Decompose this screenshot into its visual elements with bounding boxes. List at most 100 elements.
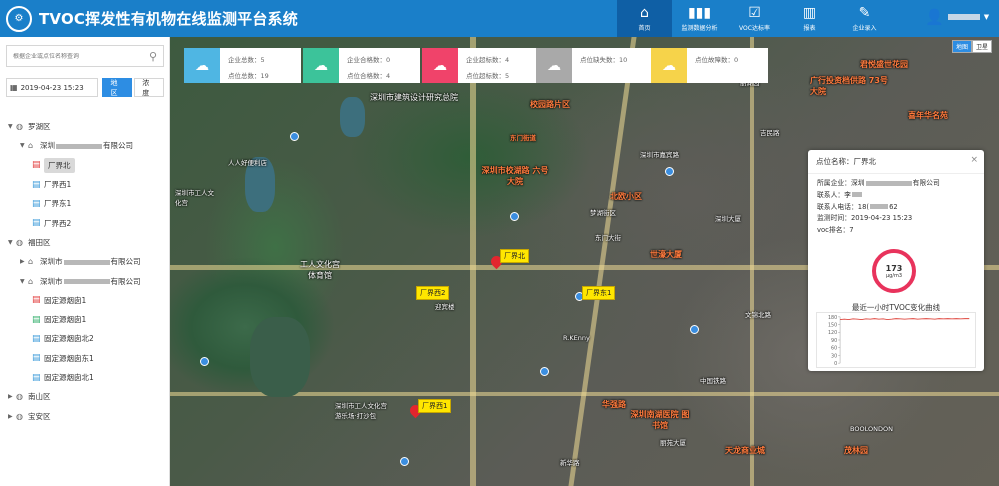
- caret-down-icon[interactable]: ▼: [8, 239, 16, 246]
- caret-right-icon[interactable]: ▶: [8, 413, 16, 420]
- phone-prefix: 联系人电话：18(: [817, 202, 870, 211]
- poi-label: 华强路: [602, 400, 626, 409]
- stat-card[interactable]: ☁ 企业总数：5 点位总数：19: [184, 48, 301, 83]
- stat-card[interactable]: ☁ 企业超标数：4 点位超标数：5: [422, 48, 539, 83]
- poi-label: R.KEnny: [563, 334, 590, 342]
- edit-icon: ✎: [858, 5, 871, 21]
- tree-leaf-point[interactable]: ▤ 固定源烟囱1: [0, 291, 170, 310]
- checklist-icon: ☑: [748, 5, 761, 21]
- poi-label: 深圳市工人文化宫: [175, 189, 214, 207]
- map-view[interactable]: 深圳市建筑设计研究总院 校园路片区 东门街道 深圳市嘉宾路 深圳市校湖路 六号大…: [170, 37, 999, 486]
- caret-down-icon[interactable]: ▼: [20, 278, 28, 285]
- marker-label-west2[interactable]: 厂界西2: [416, 286, 450, 300]
- tree-leaf-point[interactable]: ▤ 固定源烟囱北1: [0, 368, 170, 387]
- search-input[interactable]: [7, 52, 143, 60]
- phone-suffix: 62: [889, 202, 898, 211]
- poi-pin[interactable]: [665, 167, 674, 176]
- poi-label: 校园路片区: [530, 100, 570, 109]
- tree-leaf-point[interactable]: ▤ 固定源烟囱北2: [0, 329, 170, 348]
- poi-pin[interactable]: [400, 457, 409, 466]
- bar-chart-icon: ▮▮▮: [687, 5, 712, 21]
- tree-label: 南山区: [28, 392, 51, 402]
- user-icon: 👤: [925, 8, 944, 26]
- caret-right-icon[interactable]: ▶: [20, 258, 28, 265]
- poi-pin[interactable]: [290, 132, 299, 141]
- tree-leaf-point[interactable]: ▤ 厂界东1: [0, 194, 170, 213]
- marker-label-west1[interactable]: 厂界西1: [418, 399, 452, 413]
- poi-pin[interactable]: [200, 357, 209, 366]
- y-tick-label: 150: [828, 323, 837, 329]
- nav-data-analysis-label: 监测数据分析: [681, 25, 718, 32]
- tree-label: 厂界西2: [44, 218, 72, 228]
- tree-node-company[interactable]: ▶ ⌂ 深圳市 有限公司: [0, 252, 170, 271]
- calendar-icon: ▦: [10, 83, 18, 92]
- park-lake: [250, 317, 310, 397]
- tree-label: 固定源烟囱东1: [44, 353, 94, 363]
- stat-line1: 企业合格数：0: [347, 56, 391, 64]
- cloud-icon: ☁: [303, 48, 339, 83]
- region-toggle[interactable]: 地区: [102, 78, 133, 97]
- poi-pin[interactable]: [690, 325, 699, 334]
- tree-node-company[interactable]: ▼ ⌂ 深圳 有限公司: [0, 136, 170, 155]
- marker-label-north[interactable]: 厂界北: [500, 249, 529, 263]
- cloud-icon: ☁: [536, 48, 572, 83]
- label-suffix: 有限公司: [110, 257, 141, 267]
- map-type-satellite[interactable]: 卫星: [972, 40, 993, 53]
- username-redacted: [947, 14, 980, 20]
- cloud-icon: ☁: [651, 48, 687, 83]
- map-type-map[interactable]: 地图: [952, 40, 973, 53]
- tree-node-district[interactable]: ▶ ◍ 宝安区: [0, 406, 170, 425]
- region-tree: ▼ ◍ 罗湖区 ▼ ⌂ 深圳 有限公司 ▤ 厂界北 ▤ 厂界西1 ▤ 厂界东1 ▤ 厂界西2 ▼ ◍ 福田区 ▶ ⌂ 深…: [0, 117, 170, 426]
- nav-enterprise-entry[interactable]: ✎ 企业录入: [837, 0, 892, 37]
- emblem-logo: ⚙: [6, 5, 32, 32]
- stat-line2: 点位总数：19: [228, 72, 269, 80]
- tree-node-company[interactable]: ▼ ⌂ 深圳市 有限公司: [0, 271, 170, 290]
- pond: [340, 97, 365, 137]
- tree-node-district[interactable]: ▼ ◍ 福田区: [0, 233, 170, 252]
- caret-down-icon[interactable]: ▼: [8, 123, 16, 130]
- date-picker[interactable]: ▦ 2019-04-23 15:23: [6, 78, 99, 97]
- tree-leaf-point[interactable]: ▤ 固定源烟囱1: [0, 310, 170, 329]
- tree-label: 固定源烟囱1: [44, 295, 87, 305]
- marker-label-east1[interactable]: 厂界东1: [582, 286, 616, 300]
- poi-label: 丽苑大厦: [660, 439, 686, 447]
- poi-pin[interactable]: [540, 367, 549, 376]
- stat-text: 点位缺失数：10: [572, 48, 653, 83]
- nav-report[interactable]: ▥ 报表: [782, 0, 837, 37]
- info-company: 所属企业：深圳 有限公司: [817, 178, 984, 190]
- tree-leaf-point[interactable]: ▤ 厂界西1: [0, 175, 170, 194]
- caret-right-icon[interactable]: ▶: [8, 393, 16, 400]
- user-menu[interactable]: 👤 ▼: [925, 8, 989, 26]
- poi-label: 北欧小区: [610, 192, 642, 201]
- stat-card[interactable]: ☁ 点位故障数：0: [651, 48, 768, 83]
- nav-voc-rate[interactable]: ☑ VOC达标率: [727, 0, 782, 37]
- y-tick-label: 30: [831, 353, 837, 359]
- poi-label: 深圳市嘉宾路: [640, 151, 679, 159]
- nav-report-label: 报表: [803, 25, 816, 32]
- concentration-toggle[interactable]: 浓度: [134, 78, 165, 97]
- tree-label: 深圳市 有限公司: [40, 276, 141, 287]
- nav-home[interactable]: ⌂ 首页: [617, 0, 672, 37]
- nav-enterprise-entry-label: 企业录入: [852, 25, 877, 32]
- tree-node-district[interactable]: ▼ ◍ 罗湖区: [0, 117, 170, 136]
- stat-card[interactable]: ☁ 企业合格数：0 点位合格数：4: [303, 48, 420, 83]
- close-icon[interactable]: ×: [970, 155, 978, 165]
- poi-label: 深圳市建筑设计研究总院: [370, 93, 458, 102]
- poi-pin[interactable]: [510, 212, 519, 221]
- stat-card[interactable]: ☁ 点位缺失数：10: [536, 48, 653, 83]
- tree-leaf-point[interactable]: ▤ 固定源烟囱东1: [0, 349, 170, 368]
- label-suffix: 有限公司: [110, 276, 141, 286]
- tree-node-district[interactable]: ▶ ◍ 南山区: [0, 387, 170, 406]
- tree-label: 罗湖区: [28, 122, 51, 132]
- poi-label: 深圳市工人文化宫 游乐场·打沙包: [335, 402, 387, 420]
- globe-icon: ◍: [16, 237, 23, 247]
- redacted-text: [865, 180, 912, 186]
- tree-leaf-point[interactable]: ▤ 厂界西2: [0, 213, 170, 232]
- caret-down-icon[interactable]: ▼: [20, 142, 28, 149]
- poi-label: BOOLONDON: [850, 425, 893, 433]
- search-icon[interactable]: ⚲: [143, 50, 163, 63]
- tree-leaf-point[interactable]: ▤ 厂界北: [0, 156, 170, 175]
- tree-label: 宝安区: [28, 411, 51, 421]
- stat-line1: 企业超标数：4: [466, 56, 510, 64]
- nav-data-analysis[interactable]: ▮▮▮ 监测数据分析: [672, 0, 727, 37]
